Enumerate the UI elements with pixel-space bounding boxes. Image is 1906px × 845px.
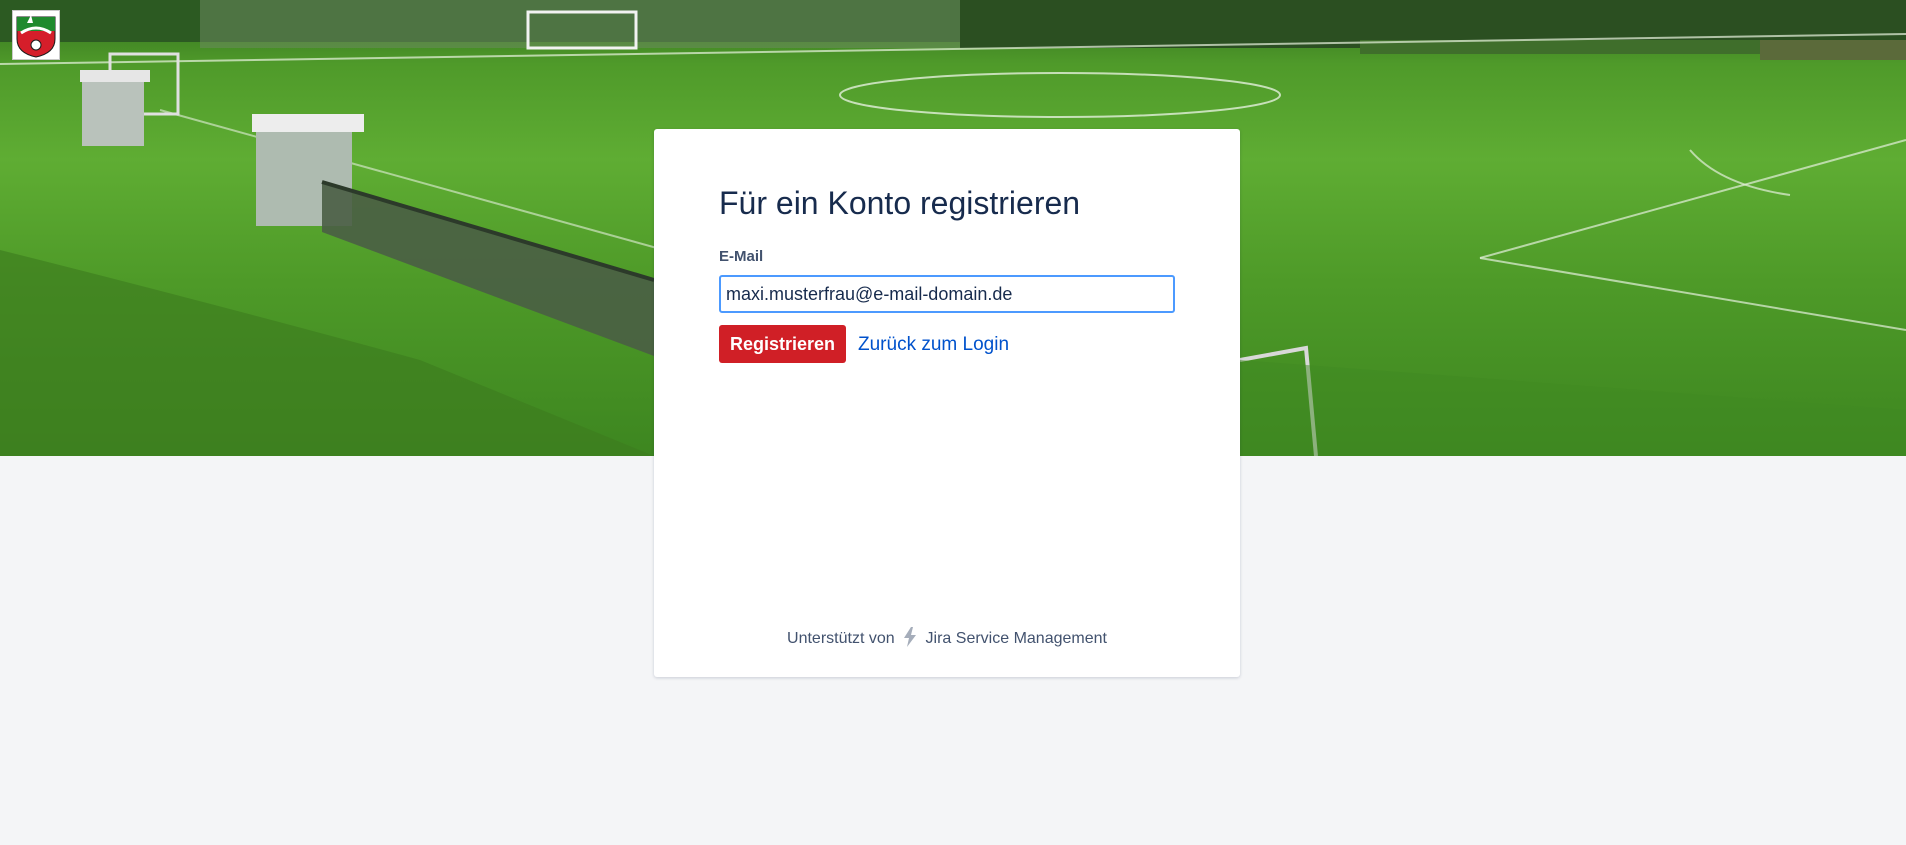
back-to-login-link[interactable]: Zurück zum Login bbox=[858, 334, 1009, 356]
powered-by-product[interactable]: Jira Service Management bbox=[926, 630, 1107, 647]
club-crest-icon bbox=[16, 15, 56, 58]
club-logo[interactable] bbox=[12, 10, 60, 60]
email-label: E-Mail bbox=[719, 248, 764, 265]
register-button[interactable]: Registrieren bbox=[719, 325, 846, 363]
powered-by-prefix: Unterstützt von bbox=[787, 630, 895, 647]
powered-by-footer: Unterstützt von Jira Service Management bbox=[654, 627, 1240, 652]
page-title: Für ein Konto registrieren bbox=[719, 185, 1081, 221]
register-card: Für ein Konto registrieren E-Mail Regist… bbox=[654, 129, 1240, 677]
email-field[interactable] bbox=[719, 275, 1175, 313]
jira-bolt-icon bbox=[903, 627, 917, 652]
